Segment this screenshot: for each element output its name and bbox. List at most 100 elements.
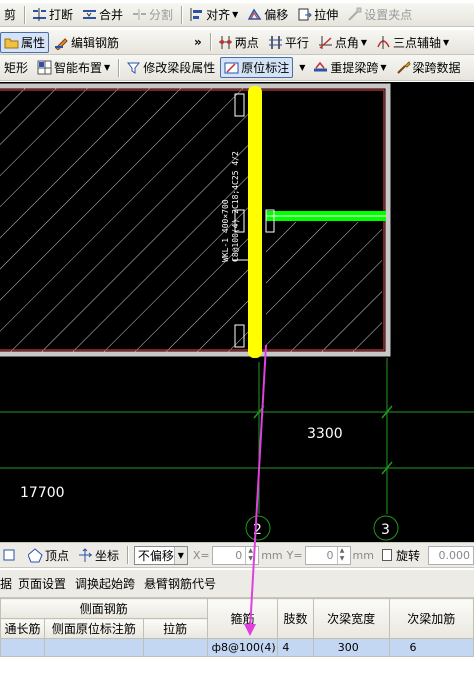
table-command-bar: 据 页面设置 调换起始跨 悬臂钢筋代号 (0, 570, 474, 598)
column-header-sub-beam-add[interactable]: 次梁加筋 (388, 598, 474, 639)
cell-sub-beam-width[interactable]: 300 (312, 638, 390, 657)
toolbar-divider (181, 5, 183, 24)
dropdown-arrow-icon: ▼ (443, 37, 450, 47)
page-setup-button[interactable]: 页面设置 (18, 575, 66, 592)
vertex-snap-button[interactable]: 顶点 (24, 545, 73, 566)
column-header-through-length[interactable]: 通长筋 (0, 618, 45, 639)
rotate-label: 旋转 (396, 548, 421, 563)
rotate-checkbox[interactable] (381, 549, 392, 561)
hatched-slab-left (0, 88, 251, 352)
cell-tie[interactable] (142, 638, 208, 657)
rotate-input[interactable]: 0.000 (428, 545, 474, 565)
edit-toolbar: 剪 打断 合并 分割 对齐 ▼ 偏移 拉伸 设置夹点 (0, 3, 474, 27)
parallel-button[interactable]: 平行 (264, 32, 313, 53)
column-header-sub-beam-width[interactable]: 次梁宽度 (312, 598, 390, 639)
selected-beam-highlight[interactable] (248, 86, 262, 358)
x-input[interactable]: 0 ▲ ▼ (211, 545, 260, 565)
span-data-label: 梁跨数据 (412, 61, 461, 75)
x-value: 0 (235, 548, 243, 562)
cell-stirrup[interactable]: ф8@100(4) (206, 638, 279, 657)
toolbar-divider (127, 546, 128, 564)
dropdown-arrow-icon: ▼ (173, 546, 187, 564)
adjust-start-span-button[interactable]: 调换起始跨 (75, 575, 135, 592)
annotation-dropdown-button[interactable]: ▼ (294, 57, 308, 78)
stretch-icon (297, 7, 312, 22)
break-button[interactable]: 打断 (28, 4, 77, 25)
re-extract-span-label: 重提梁跨 (330, 61, 379, 75)
y-unit: mm (352, 548, 374, 562)
drawing-canvas[interactable]: WKL-1 400×700 C8@100(4) 2C18;4C25 4/2 33… (0, 82, 474, 542)
offset-mode-select[interactable]: 不偏移 ▼ (133, 545, 188, 565)
modify-span-props-button[interactable]: 修改梁段属性 (122, 57, 219, 78)
split-label: 分割 (149, 8, 174, 22)
stretch-button[interactable]: 拉伸 (293, 4, 342, 25)
three-point-aux-button[interactable]: 三点辅轴 ▼ (372, 32, 453, 53)
table-row[interactable]: ф8@100(4) 4 300 6 (0, 638, 474, 657)
cad-drawing[interactable]: WKL-1 400×700 C8@100(4) 2C18;4C25 4/2 33… (0, 82, 474, 542)
empty-bay (266, 88, 382, 218)
truncated-command[interactable]: 据 (0, 575, 12, 592)
cantilever-code-button[interactable]: 悬臂钢筋代号 (144, 575, 216, 592)
point-angle-button[interactable]: 点角 ▼ (314, 32, 371, 53)
snap-bar: 顶点 坐标 不偏移 ▼ X= 0 ▲ ▼ mm Y= 0 ▲ ▼ mm 旋转 0.0… (0, 542, 474, 568)
three-point-arc-icon (376, 35, 391, 50)
edit-rebar-button[interactable]: 编辑钢筋 (50, 32, 123, 53)
rebar-toolbar: 属性 编辑钢筋 » 两点 平行 点角 ▼ 三点辅轴 ▼ (0, 30, 474, 55)
rectangle-button[interactable]: 矩形 (0, 57, 32, 78)
vertex-label: 顶点 (45, 548, 70, 563)
merge-button[interactable]: 合并 (78, 4, 127, 25)
column-header-side-in-place[interactable]: 侧面原位标注筋 (43, 618, 144, 639)
x-label: X= (192, 548, 210, 562)
axis-label-2: 2 (253, 522, 262, 538)
span-data-button[interactable]: 梁跨数据 (392, 57, 465, 78)
column-header-tie[interactable]: 拉筋 (142, 618, 208, 639)
split-button[interactable]: 分割 (128, 4, 177, 25)
offset-mode-value: 不偏移 (137, 548, 174, 563)
edit-rebar-label: 编辑钢筋 (71, 35, 120, 50)
toolbar-divider (118, 58, 120, 77)
annotation-icon (224, 60, 239, 75)
dropdown-arrow-icon: ▼ (380, 63, 387, 72)
cell-through-length[interactable] (0, 638, 45, 657)
in-place-annotation-button[interactable]: 原位标注 (220, 57, 294, 78)
column-header-legs[interactable]: 肢数 (277, 598, 314, 639)
properties-label: 属性 (21, 35, 46, 50)
span-data-table: 侧面钢筋 箍筋 肢数 次梁宽度 次梁加筋 通长筋 侧面原位标注筋 拉筋 ф8@1… (0, 598, 474, 695)
x-unit: mm (261, 548, 283, 562)
align-label: 对齐 (206, 8, 231, 22)
y-label: Y= (286, 548, 303, 562)
align-button[interactable]: 对齐 ▼ (185, 4, 242, 25)
dropdown-arrow-icon: ▼ (299, 63, 306, 72)
grip-icon (347, 7, 362, 22)
snap-box-icon (3, 548, 18, 563)
vertex-icon (27, 547, 43, 563)
three-point-aux-label: 三点辅轴 (393, 35, 442, 50)
column-header-stirrup[interactable]: 箍筋 (206, 598, 279, 639)
more-chevron-button[interactable]: » (190, 32, 206, 53)
dropdown-arrow-icon: ▼ (360, 37, 367, 47)
spinner-icon[interactable]: ▲ ▼ (245, 546, 255, 564)
y-input[interactable]: 0 ▲ ▼ (304, 545, 351, 565)
snap-endpoint-button[interactable] (0, 545, 23, 566)
coordinate-snap-button[interactable]: 坐标 (74, 545, 123, 566)
offset-button[interactable]: 偏移 (243, 4, 292, 25)
cell-legs[interactable]: 4 (277, 638, 314, 657)
cell-sub-beam-add[interactable]: 6 (388, 638, 474, 657)
hatched-slab-right (266, 222, 382, 352)
break-label: 打断 (49, 8, 74, 22)
two-points-button[interactable]: 两点 (214, 32, 263, 53)
dropdown-arrow-icon: ▼ (232, 10, 239, 19)
properties-button[interactable]: 属性 (0, 31, 50, 53)
cell-side-in-place[interactable] (43, 638, 144, 657)
cut-button[interactable]: 剪 (0, 4, 20, 25)
smart-layout-button[interactable]: 智能布置 ▼ (33, 57, 114, 78)
beam-rebar-text: C8@100(4) 2C18;4C25 4/2 (231, 151, 240, 262)
re-extract-icon (313, 60, 328, 75)
spinner-icon[interactable]: ▲ ▼ (336, 546, 347, 564)
set-grip-button[interactable]: 设置夹点 (343, 4, 416, 25)
y-value: 0 (326, 548, 334, 562)
stretch-label: 拉伸 (314, 8, 339, 22)
re-extract-span-button[interactable]: 重提梁跨 ▼ (309, 57, 390, 78)
two-points-label: 两点 (234, 35, 259, 50)
parallel-label: 平行 (284, 35, 309, 50)
